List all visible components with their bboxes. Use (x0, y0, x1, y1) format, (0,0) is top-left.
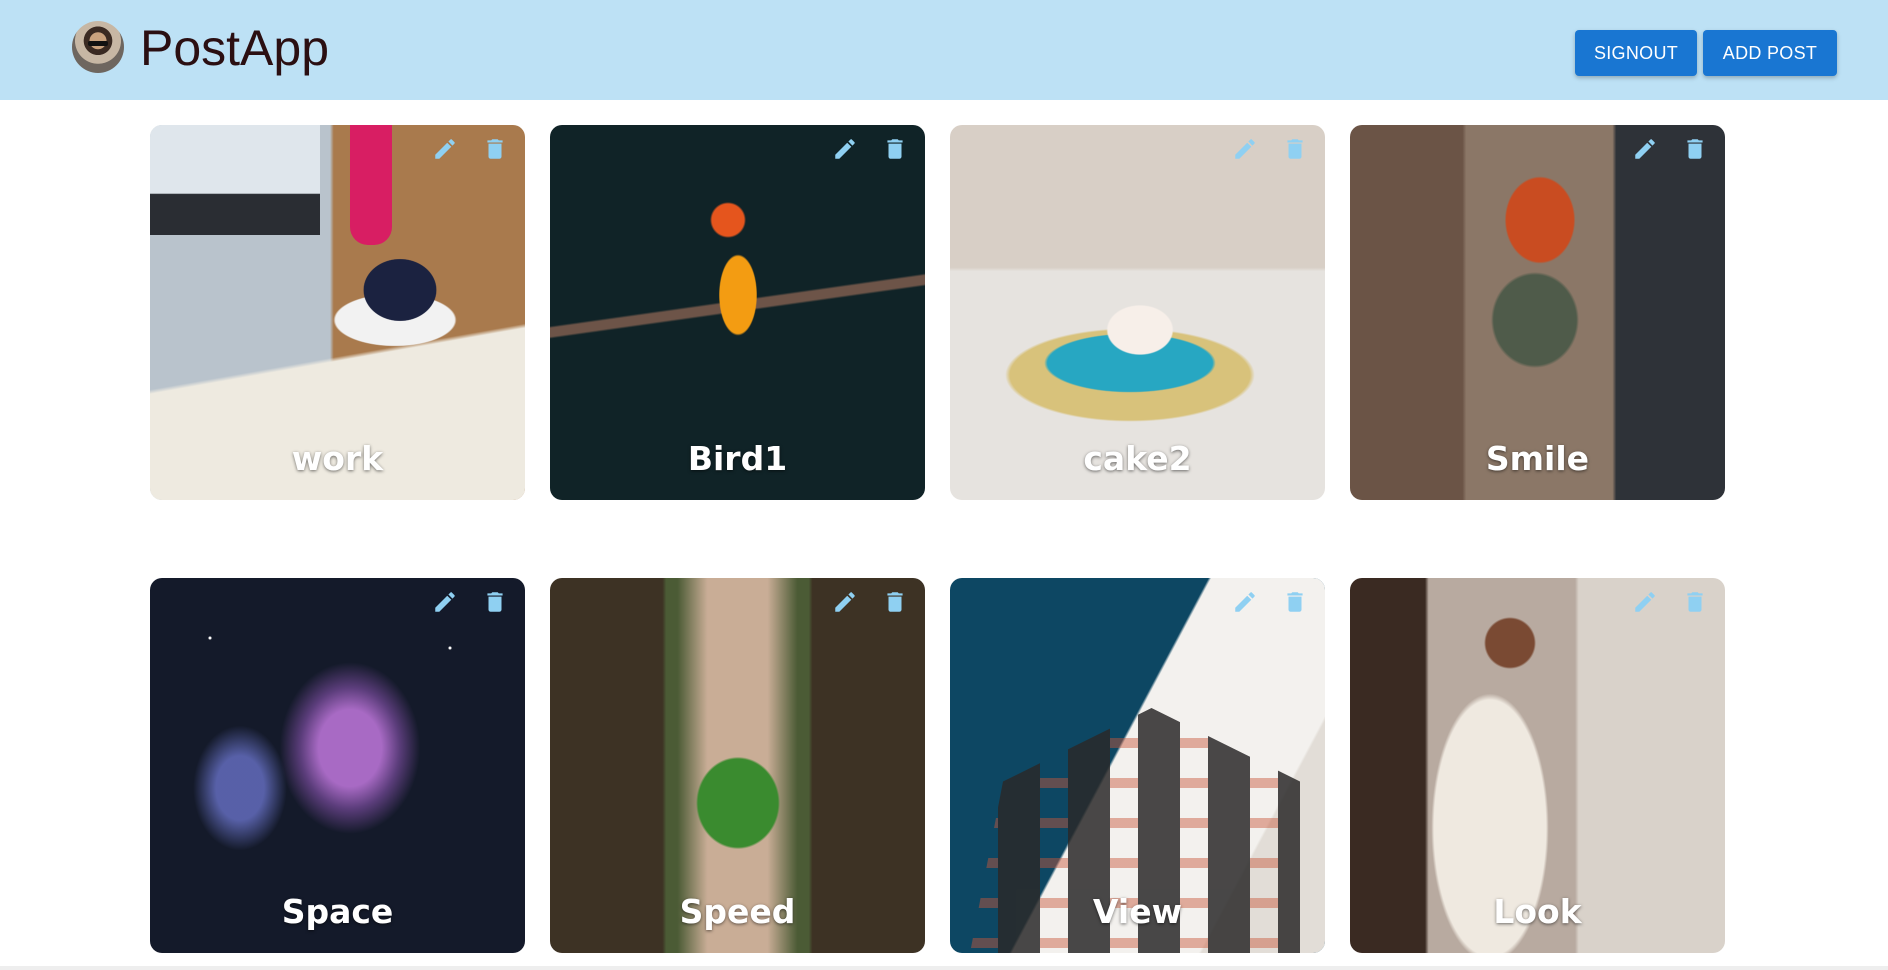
pencil-icon[interactable] (1229, 133, 1261, 165)
post-card[interactable]: View (950, 578, 1325, 953)
post-title: Speed (679, 892, 796, 931)
post-card[interactable]: Smile (1350, 125, 1725, 500)
post-card[interactable]: Look (1350, 578, 1725, 953)
post-title: cake2 (1083, 439, 1192, 478)
trash-icon[interactable] (1279, 586, 1311, 618)
page-bottom-divider (0, 966, 1888, 970)
pencil-icon[interactable] (829, 586, 861, 618)
trash-icon[interactable] (1679, 133, 1711, 165)
pencil-icon[interactable] (1629, 133, 1661, 165)
trash-icon[interactable] (1679, 586, 1711, 618)
top-navbar: PostApp SIGNOUT ADD POST (0, 0, 1888, 100)
pencil-icon[interactable] (829, 133, 861, 165)
post-title: work (291, 439, 384, 478)
pencil-icon[interactable] (1629, 586, 1661, 618)
trash-icon[interactable] (479, 586, 511, 618)
trash-icon[interactable] (879, 133, 911, 165)
pencil-icon[interactable] (429, 133, 461, 165)
post-card[interactable]: work (150, 125, 525, 500)
pencil-icon[interactable] (429, 586, 461, 618)
pencil-icon[interactable] (1229, 586, 1261, 618)
post-title: Look (1493, 892, 1582, 931)
avatar-sunglasses (88, 41, 108, 46)
trash-icon[interactable] (1279, 133, 1311, 165)
post-title: Space (281, 892, 394, 931)
post-card[interactable]: cake2 (950, 125, 1325, 500)
add-post-button[interactable]: ADD POST (1703, 30, 1837, 76)
signout-button[interactable]: SIGNOUT (1575, 30, 1697, 76)
post-card[interactable]: Space (150, 578, 525, 953)
trash-icon[interactable] (479, 133, 511, 165)
post-title: View (1092, 892, 1183, 931)
post-card[interactable]: Speed (550, 578, 925, 953)
post-title: Smile (1485, 439, 1590, 478)
trash-icon[interactable] (879, 586, 911, 618)
post-card[interactable]: Bird1 (550, 125, 925, 500)
app-title: PostApp (140, 20, 330, 76)
user-avatar[interactable] (72, 21, 124, 73)
post-title: Bird1 (687, 439, 788, 478)
